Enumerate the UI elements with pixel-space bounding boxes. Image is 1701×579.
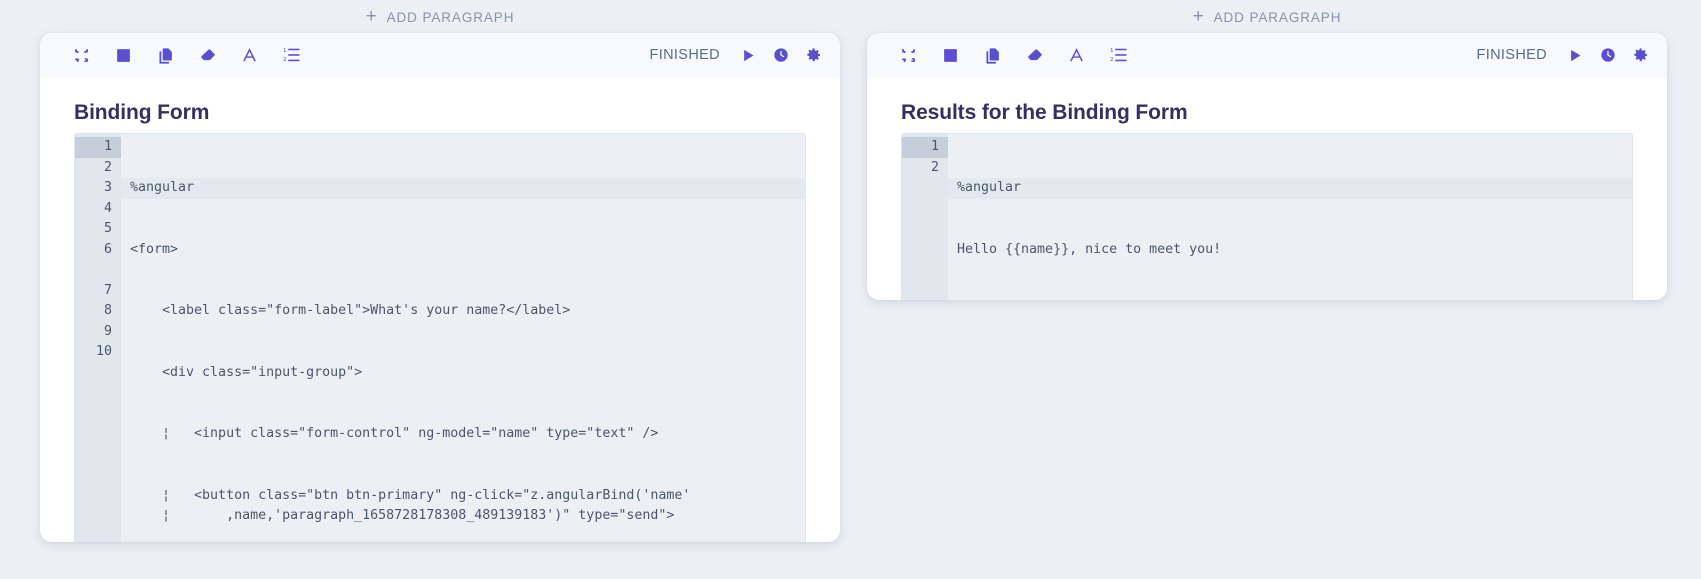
paragraph-body: Binding Form 1 2 3 4 5 6 - 7 8 9 10 %ang… [40,77,840,542]
page-title: Results for the Binding Form [901,101,1188,124]
paragraph-body: Results for the Binding Form 1 2 %angula… [867,77,1667,300]
line-number-gutter: 1 2 3 4 5 6 - 7 8 9 10 [75,134,121,542]
paragraph-toolbar: 12 FINISHED [867,33,1667,77]
line-number: 5 [103,221,112,236]
run-icon[interactable] [741,48,756,63]
toolbar-actions: FINISHED [650,47,822,63]
book-icon[interactable] [114,46,133,65]
compress-icon[interactable] [899,46,918,65]
line-number: 1 [75,137,121,158]
line-number: 4 [103,200,112,216]
code-line: ¦ <input class="form-control" ng-model="… [130,426,659,441]
code-line: <form> [130,241,179,257]
copy-icon[interactable] [983,46,1002,65]
code-line: <div class="input-group"> [130,364,363,380]
svg-text:2: 2 [1110,57,1114,63]
code-content[interactable]: %angular Hello {{name}}, nice to meet yo… [948,134,1632,300]
paragraph-binding-form-results: 12 FINISHED Results for the Binding Form [867,33,1667,300]
ordered-list-icon[interactable]: 12 [282,46,301,65]
code-line: <label class="form-label">What's your na… [130,303,571,318]
line-number: 9 [103,323,112,339]
page-title: Binding Form [74,101,210,124]
add-paragraph-label: ADD PARAGRAPH [1213,9,1342,25]
code-editor[interactable]: 1 2 %angular Hello {{name}}, nice to mee… [901,133,1633,300]
toolbar-actions: FINISHED [1477,47,1649,63]
code-line: %angular [948,178,1632,199]
compress-icon[interactable] [72,46,91,65]
clock-icon[interactable] [773,47,789,63]
add-paragraph-button-left[interactable]: + ADD PARAGRAPH [40,0,840,34]
line-number: 3 [103,180,112,195]
eraser-icon[interactable] [198,46,217,65]
ordered-list-icon[interactable]: 12 [1109,46,1128,65]
run-icon[interactable] [1568,48,1583,63]
plus-icon: + [365,5,378,27]
line-number: 7 [103,282,112,298]
add-paragraph-button-right[interactable]: + ADD PARAGRAPH [867,0,1667,34]
add-paragraph-label: ADD PARAGRAPH [386,9,515,25]
code-content[interactable]: %angular <form> <label class="form-label… [121,134,805,542]
eraser-icon[interactable] [1025,46,1044,65]
code-editor[interactable]: 1 2 3 4 5 6 - 7 8 9 10 %angular <form> <… [74,133,806,542]
clock-icon[interactable] [1600,47,1616,63]
code-line: ¦ <button class="btn btn-primary" ng-cli… [162,487,691,524]
gear-icon[interactable] [1633,47,1649,63]
toolbar-icon-group: 12 [899,46,1128,65]
copy-icon[interactable] [156,46,175,65]
paragraph-toolbar: 12 FINISHED [40,33,840,77]
book-icon[interactable] [941,46,960,65]
line-number: 2 [930,159,939,175]
notebook-canvas: + ADD PARAGRAPH + ADD PARAGRAPH 1 2 FINI… [0,0,1701,579]
gear-icon[interactable] [806,47,822,63]
toolbar-icon-group: 12 [72,46,301,65]
plus-icon: + [1192,5,1205,27]
line-number: 2 [103,159,112,175]
paragraph-status: FINISHED [649,47,720,63]
line-number-gutter: 1 2 [902,134,948,300]
svg-text:2: 2 [283,57,287,63]
line-number: 10 [95,344,112,359]
code-line: %angular [121,178,805,199]
code-line: Hello {{name}}, nice to meet you! [957,241,1222,257]
svg-text:1: 1 [1110,48,1114,54]
font-size-icon[interactable] [240,46,259,65]
paragraph-status: FINISHED [1476,47,1547,63]
line-number: 1 [902,137,948,158]
svg-text:1: 1 [283,48,287,54]
font-size-icon[interactable] [1067,46,1086,65]
paragraph-binding-form: 12 FINISHED Binding Form 1 2 3 4 5 6 7 8… [40,33,840,542]
line-number: 8 [103,303,112,318]
line-number: 6 [103,241,112,257]
